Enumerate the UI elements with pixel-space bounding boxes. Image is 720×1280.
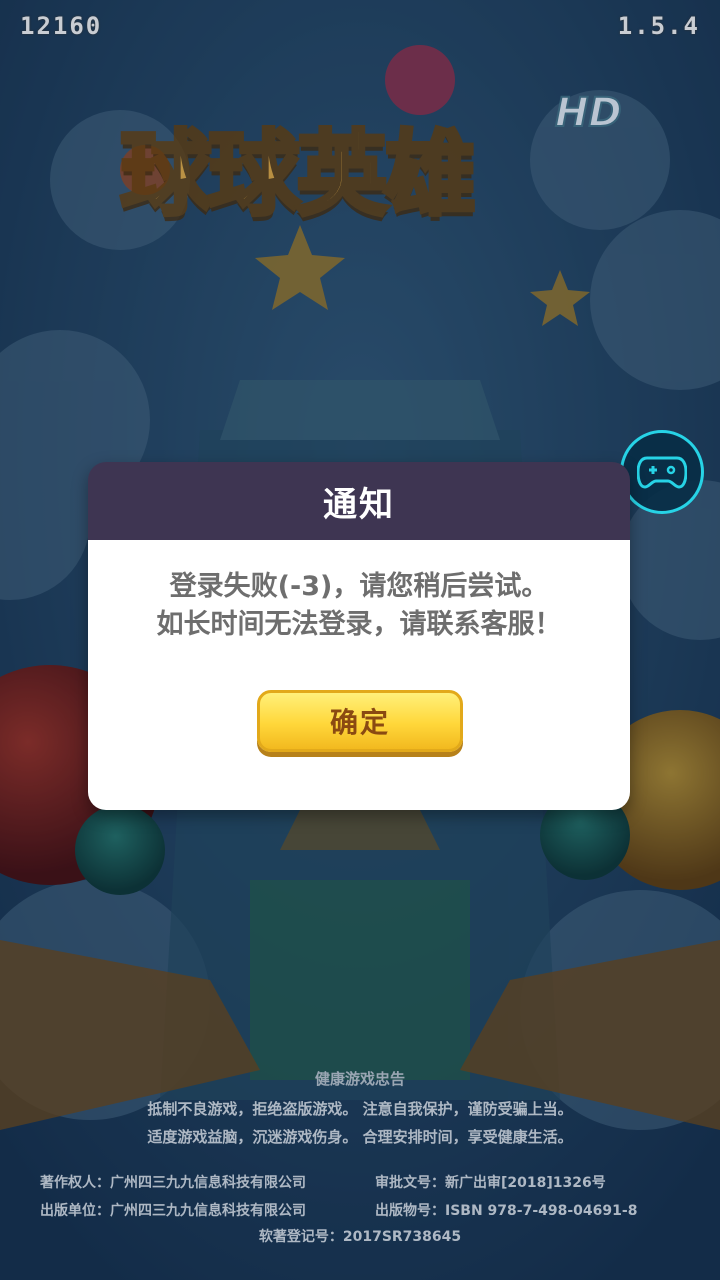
dialog-body: 登录失败(-3)，请您稍后尝试。 如长时间无法登录，请联系客服！ 确定	[88, 540, 630, 810]
dialog-message-line1: 登录失败(-3)，请您稍后尝试。	[169, 571, 549, 602]
copyright-owner: 著作权人：广州四三九九信息科技有限公司	[40, 1175, 306, 1191]
dialog-title: 通知	[323, 484, 395, 525]
health-advice-heading: 健康游戏忠告	[314, 1070, 405, 1088]
notice-dialog: 通知 登录失败(-3)，请您稍后尝试。 如长时间无法登录，请联系客服！ 确定	[88, 462, 630, 810]
isbn-number: 出版物号：ISBN 978-7-498-04691-8	[375, 1203, 638, 1219]
software-registration: 软著登记号：2017SR738645	[258, 1229, 462, 1245]
dialog-message-line2: 如长时间无法登录，请联系客服！	[156, 609, 562, 640]
publisher: 出版单位：广州四三九九信息科技有限公司	[40, 1203, 306, 1219]
game-logo-hd-badge: HD	[554, 89, 623, 137]
publishing-credits: 著作权人：广州四三九九信息科技有限公司 审批文号：新广出审[2018]1326号…	[40, 1168, 680, 1224]
confirm-button-label: 确定	[329, 706, 390, 739]
health-advice-line1: 抵制不良游戏，拒绝盗版游戏。 注意自我保护，谨防受骗上当。	[147, 1100, 573, 1118]
gamepad-icon	[637, 456, 687, 489]
approval-number: 审批文号：新广出审[2018]1326号	[375, 1175, 606, 1191]
gamepad-button[interactable]	[620, 430, 704, 514]
health-advice-line2: 适度游戏益脑，沉迷游戏伤身。 合理安排时间，享受健康生活。	[147, 1128, 573, 1146]
dialog-message: 登录失败(-3)，请您稍后尝试。 如长时间无法登录，请联系客服！	[88, 568, 630, 644]
version-label: 1.5.4	[617, 12, 700, 40]
confirm-button[interactable]: 确定	[257, 690, 463, 752]
score-counter: 12160	[20, 12, 103, 40]
dialog-header: 通知	[88, 462, 630, 540]
game-logo-title: 球球英雄	[118, 119, 478, 230]
